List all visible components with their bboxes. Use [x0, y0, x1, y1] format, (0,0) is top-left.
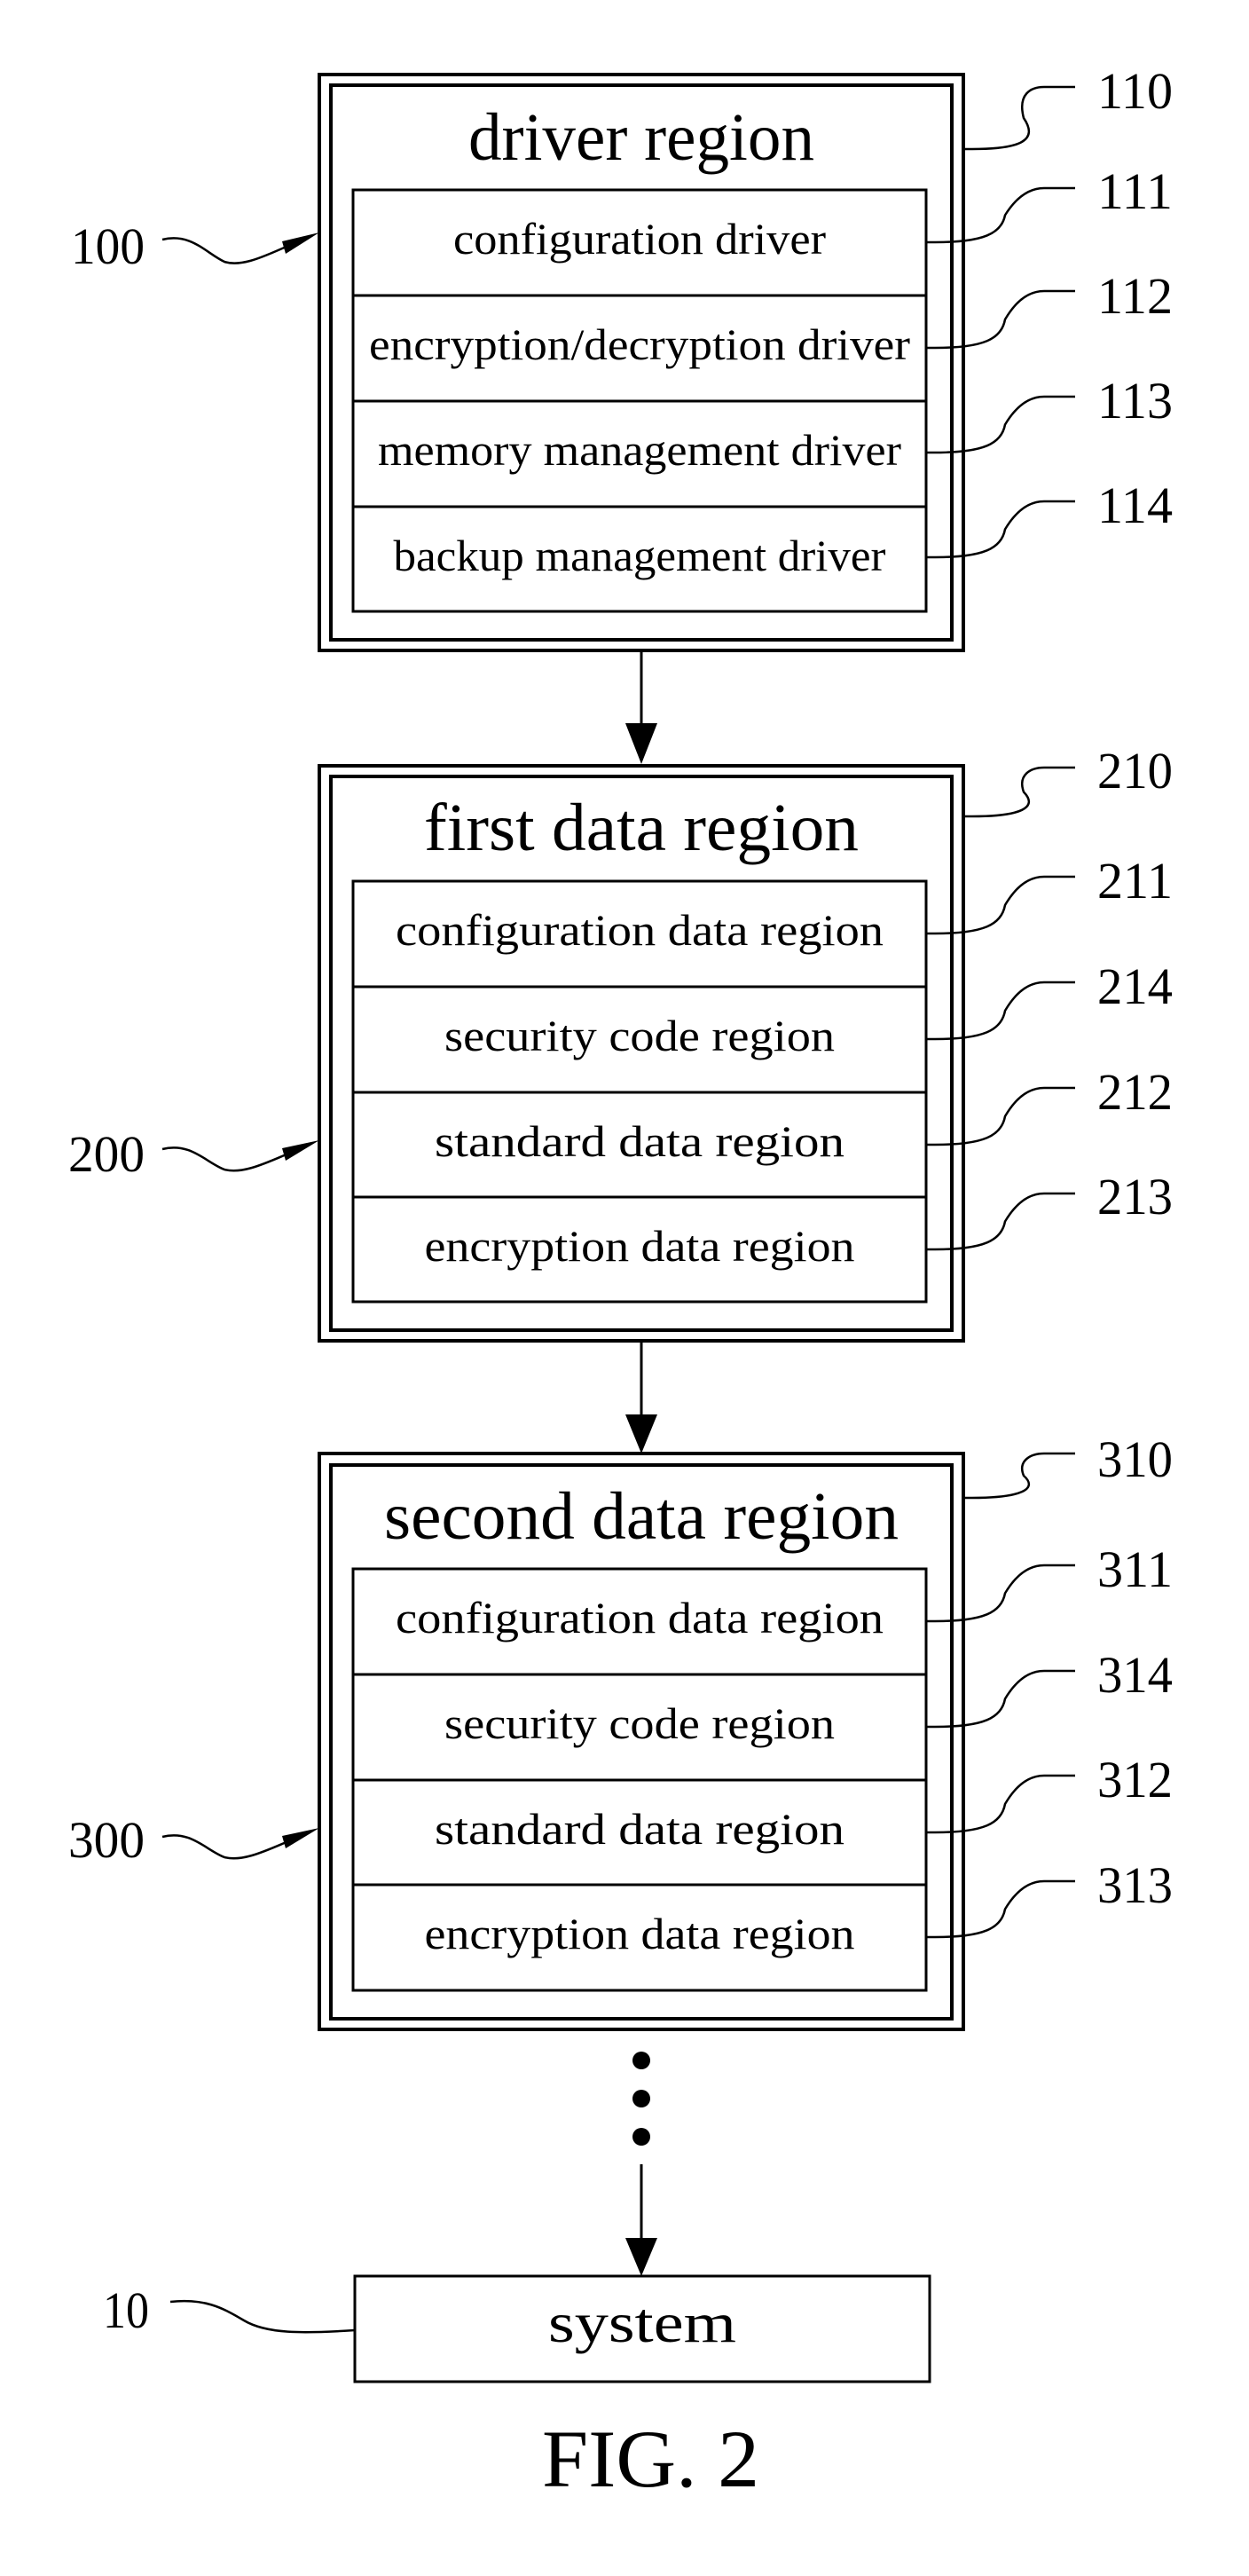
ref-10-callout: 10 — [103, 2281, 356, 2339]
leader-line — [926, 395, 1075, 454]
leader-line — [926, 289, 1075, 350]
arrow-to-system — [625, 2164, 657, 2276]
leader-line — [169, 2299, 356, 2334]
first-row-encryption-data: encryption data region — [425, 1221, 855, 1271]
ref-200-callout: 200 — [68, 1125, 319, 1183]
leader-line — [926, 875, 1075, 935]
second-row-standard-data: standard data region — [435, 1804, 844, 1854]
leader-line — [161, 1834, 294, 1860]
ellipsis-dot-icon — [632, 2128, 650, 2146]
driver-row-configuration: configuration driver — [453, 214, 826, 264]
second-data-region-block: second data region configuration data re… — [318, 1452, 965, 2031]
leader-line — [926, 1192, 1075, 1251]
ellipsis-dot-icon — [632, 2090, 650, 2107]
ref-label-212: 212 — [1097, 1063, 1173, 1121]
arrow-driver-to-first — [625, 650, 657, 764]
first-data-region-title: first data region — [424, 791, 859, 865]
driver-region-block: driver region configuration driver encry… — [318, 73, 965, 652]
leader-line — [926, 1879, 1075, 1939]
arrowhead-icon — [625, 1414, 657, 1453]
ref-label-211: 211 — [1097, 852, 1173, 910]
leader-line — [963, 1452, 1075, 1500]
ref-label-310: 310 — [1097, 1430, 1173, 1488]
system-label: system — [548, 2291, 736, 2354]
arrowhead-icon — [625, 723, 657, 764]
arrowhead-icon — [625, 2238, 657, 2276]
leader-line — [161, 1146, 294, 1172]
ref-label-113: 113 — [1097, 372, 1173, 429]
leader-line — [963, 85, 1075, 151]
leader-line — [926, 1774, 1075, 1834]
ref-label-312: 312 — [1097, 1751, 1173, 1808]
driver-row-memory-management: memory management driver — [378, 425, 901, 475]
ref-label-114: 114 — [1097, 477, 1173, 534]
figure-caption: FIG. 2 — [542, 2414, 759, 2504]
first-row-configuration-data: configuration data region — [396, 905, 884, 955]
diagram-canvas: driver region configuration driver encry… — [68, 62, 1173, 2504]
ref-100-callout: 100 — [71, 217, 319, 275]
continuation-ellipsis — [632, 2052, 650, 2146]
second-row-configuration-data: configuration data region — [396, 1593, 884, 1642]
ellipsis-dot-icon — [632, 2052, 650, 2069]
ref-label-100: 100 — [71, 217, 145, 275]
leader-line — [926, 1564, 1075, 1623]
second-row-security-code: security code region — [444, 1698, 835, 1748]
leader-line — [926, 981, 1075, 1041]
second-row-encryption-data: encryption data region — [425, 1909, 855, 1958]
leader-arrowhead-icon — [282, 1140, 319, 1161]
system-block: system — [353, 2274, 931, 2383]
leader-line — [963, 766, 1075, 818]
ref-300-callout: 300 — [68, 1811, 319, 1869]
first-row-standard-data: standard data region — [435, 1116, 844, 1166]
ref-label-213: 213 — [1097, 1168, 1173, 1225]
leader-line — [926, 500, 1075, 559]
arrow-first-to-second — [625, 1341, 657, 1453]
driver-row-backup-management: backup management driver — [394, 531, 886, 580]
ref-label-110: 110 — [1097, 62, 1173, 120]
ref-label-311: 311 — [1097, 1540, 1173, 1598]
driver-row-encryption-decryption: encryption/decryption driver — [369, 319, 910, 369]
ref-label-210: 210 — [1097, 742, 1173, 800]
leader-line — [926, 186, 1075, 244]
leader-line — [926, 1086, 1075, 1146]
ref-label-314: 314 — [1097, 1646, 1173, 1704]
second-data-region-title: second data region — [384, 1479, 899, 1554]
ref-label-200: 200 — [68, 1125, 145, 1183]
first-row-security-code: security code region — [444, 1011, 835, 1060]
ref-label-313: 313 — [1097, 1856, 1173, 1914]
driver-region-title: driver region — [468, 100, 814, 175]
ref-label-10: 10 — [103, 2281, 149, 2339]
ref-label-300: 300 — [68, 1811, 145, 1869]
leader-arrowhead-icon — [282, 1828, 319, 1848]
first-data-region-block: first data region configuration data reg… — [318, 764, 965, 1343]
leader-line — [926, 1669, 1075, 1729]
ref-label-111: 111 — [1097, 162, 1173, 220]
ref-label-214: 214 — [1097, 957, 1173, 1015]
ref-label-112: 112 — [1097, 267, 1173, 325]
leader-arrowhead-icon — [282, 232, 319, 254]
leader-line — [161, 237, 294, 264]
